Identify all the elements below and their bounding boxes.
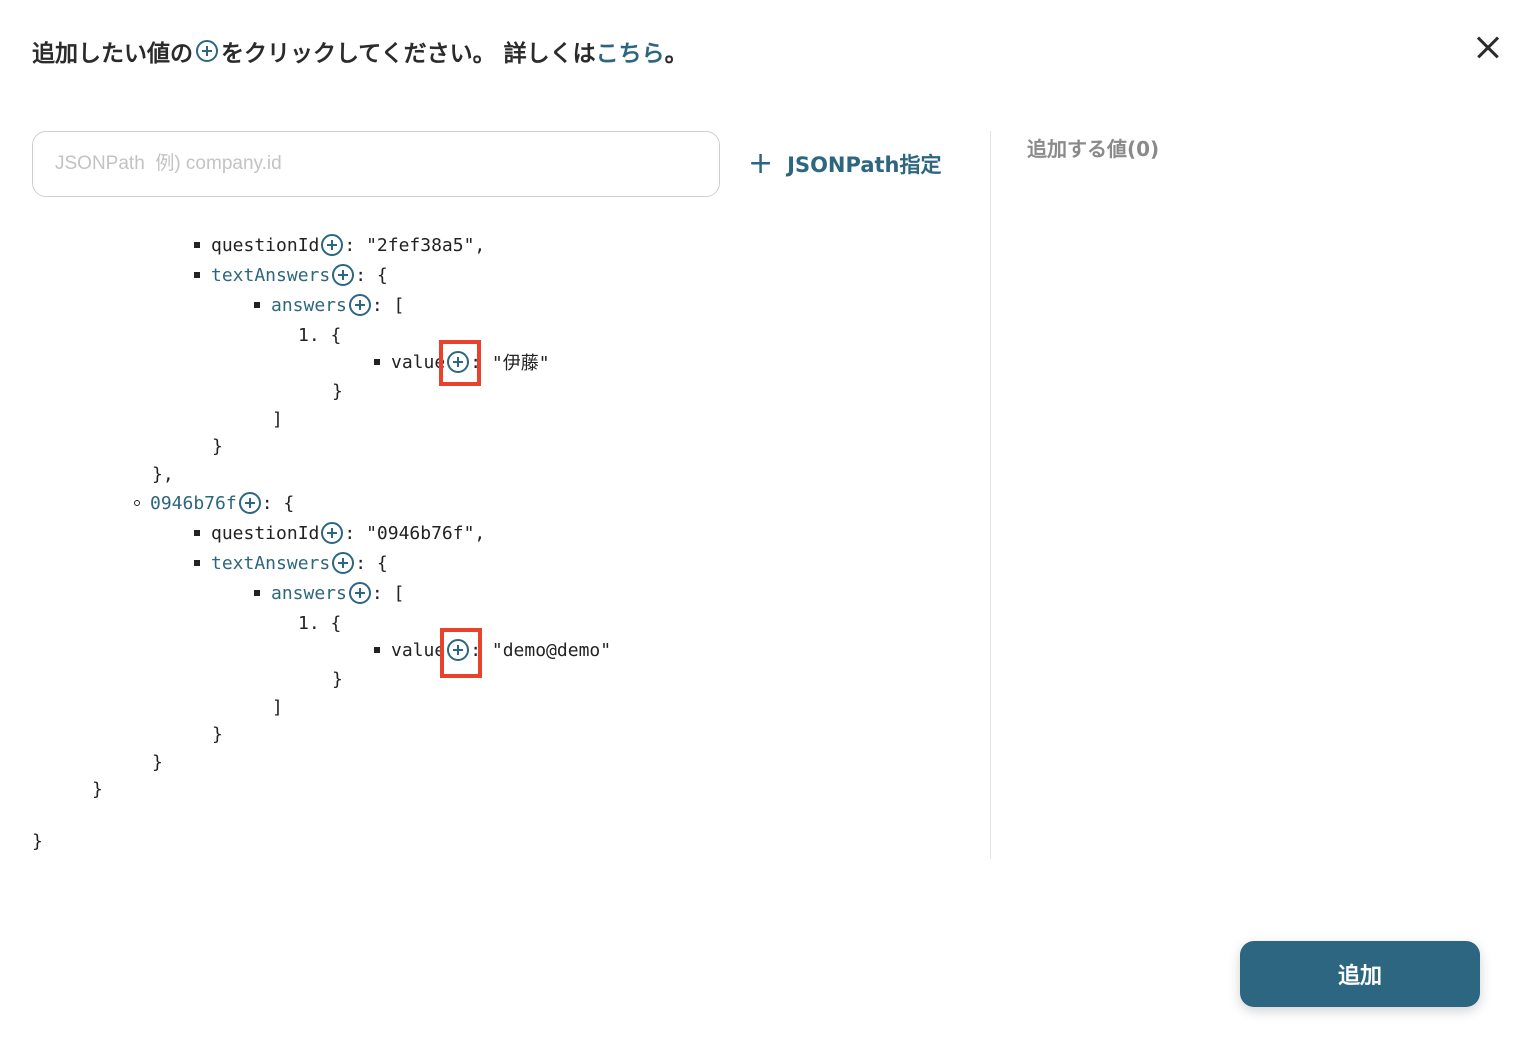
- tree-row: textAnswers : {: [194, 262, 388, 288]
- tree-colon: :: [470, 639, 492, 661]
- tree-colon: :: [344, 234, 367, 256]
- tree-key: questionId: [211, 234, 320, 256]
- tree-row: answers : [: [254, 292, 404, 318]
- bullet-icon: [194, 272, 200, 278]
- tree-punct: {: [319, 324, 342, 346]
- tree-key: value: [391, 351, 446, 373]
- add-value-icon[interactable]: [348, 582, 371, 604]
- tree-punct: : {: [355, 552, 388, 574]
- instruction-text-cont: をクリックしてください。 詳しくは: [221, 41, 596, 67]
- tree-key: value: [391, 639, 446, 661]
- add-value-icon[interactable]: [348, 294, 371, 316]
- add-value-icon[interactable]: [321, 522, 344, 544]
- tree-row: answers : [: [254, 580, 404, 606]
- tree-key[interactable]: textAnswers: [211, 265, 330, 286]
- tree-brace: }: [152, 751, 163, 773]
- tree-brace: ]: [272, 408, 283, 430]
- tree-value: "demo@demo": [491, 639, 612, 661]
- tree-brace: }: [32, 830, 43, 852]
- bullet-icon: [374, 647, 380, 653]
- bullet-icon: [194, 242, 200, 248]
- tree-brace: ]: [272, 696, 283, 718]
- tree-brace: }: [212, 723, 223, 745]
- tree-row: 0946b76f : {: [134, 490, 294, 516]
- add-value-icon[interactable]: [238, 492, 261, 514]
- add-value-icon[interactable]: [332, 264, 355, 286]
- add-value-icon[interactable]: [447, 639, 470, 661]
- instruction-tail: 。: [664, 41, 688, 67]
- jsonpath-search-input[interactable]: [32, 131, 720, 197]
- tree-value: "伊藤": [491, 353, 550, 374]
- jsonpath-specify-label: JSONPath指定: [787, 153, 942, 177]
- tree-key[interactable]: answers: [271, 295, 347, 316]
- bullet-icon: [374, 359, 380, 365]
- jsonpath-specify-button[interactable]: + JSONPath指定: [748, 147, 942, 181]
- tree-row: textAnswers : {: [194, 550, 388, 576]
- add-value-icon[interactable]: [332, 552, 355, 574]
- tree-colon: :: [344, 522, 367, 544]
- tree-brace: }: [332, 380, 343, 402]
- plus-icon: +: [748, 146, 774, 181]
- add-value-icon[interactable]: [321, 234, 344, 256]
- bullet-icon: [254, 302, 260, 308]
- add-button[interactable]: 追加: [1240, 941, 1480, 1007]
- tree-brace: }: [212, 435, 223, 457]
- close-icon[interactable]: [1474, 33, 1502, 61]
- tree-punct: : [: [371, 582, 405, 604]
- tree-punct: : {: [355, 264, 388, 286]
- tree-key[interactable]: 0946b76f: [150, 493, 237, 514]
- instruction-text: 追加したい値の: [32, 41, 193, 67]
- tree-row: 1. {: [298, 322, 341, 348]
- tree-row: questionId: "2fef38a5",: [194, 232, 485, 258]
- tree-brace: },: [152, 463, 174, 485]
- add-value-icon[interactable]: [447, 351, 470, 373]
- list-index: 1.: [298, 324, 320, 346]
- tree-punct: : {: [261, 492, 295, 514]
- tree-value: "2fef38a5",: [366, 234, 486, 256]
- tree-punct: {: [319, 612, 342, 634]
- tree-value: "0946b76f",: [366, 522, 486, 544]
- tree-row: value: "伊藤": [374, 349, 550, 375]
- panel-divider: [990, 131, 991, 859]
- tree-colon: :: [470, 351, 492, 373]
- tree-key[interactable]: answers: [271, 583, 347, 604]
- bullet-icon: [134, 500, 140, 506]
- tree-key[interactable]: textAnswers: [211, 553, 330, 574]
- tree-row: 1. {: [298, 610, 341, 636]
- bullet-icon: [194, 560, 200, 566]
- tree-brace: }: [92, 778, 103, 800]
- tree-row: questionId: "0946b76f",: [194, 520, 485, 546]
- list-index: 1.: [298, 612, 320, 634]
- help-link[interactable]: こちら: [596, 34, 665, 68]
- instruction-header: 追加したい値の をクリックしてください。 詳しくは こちら 。: [32, 34, 688, 68]
- bullet-icon: [254, 590, 260, 596]
- tree-punct: : [: [371, 294, 405, 316]
- tree-key: questionId: [211, 522, 320, 544]
- bullet-icon: [194, 530, 200, 536]
- selected-values-title: 追加する値(0): [1027, 137, 1160, 161]
- tree-row: value: "demo@demo": [374, 637, 611, 663]
- tree-brace: }: [332, 668, 343, 690]
- add-circle-icon: [196, 40, 218, 62]
